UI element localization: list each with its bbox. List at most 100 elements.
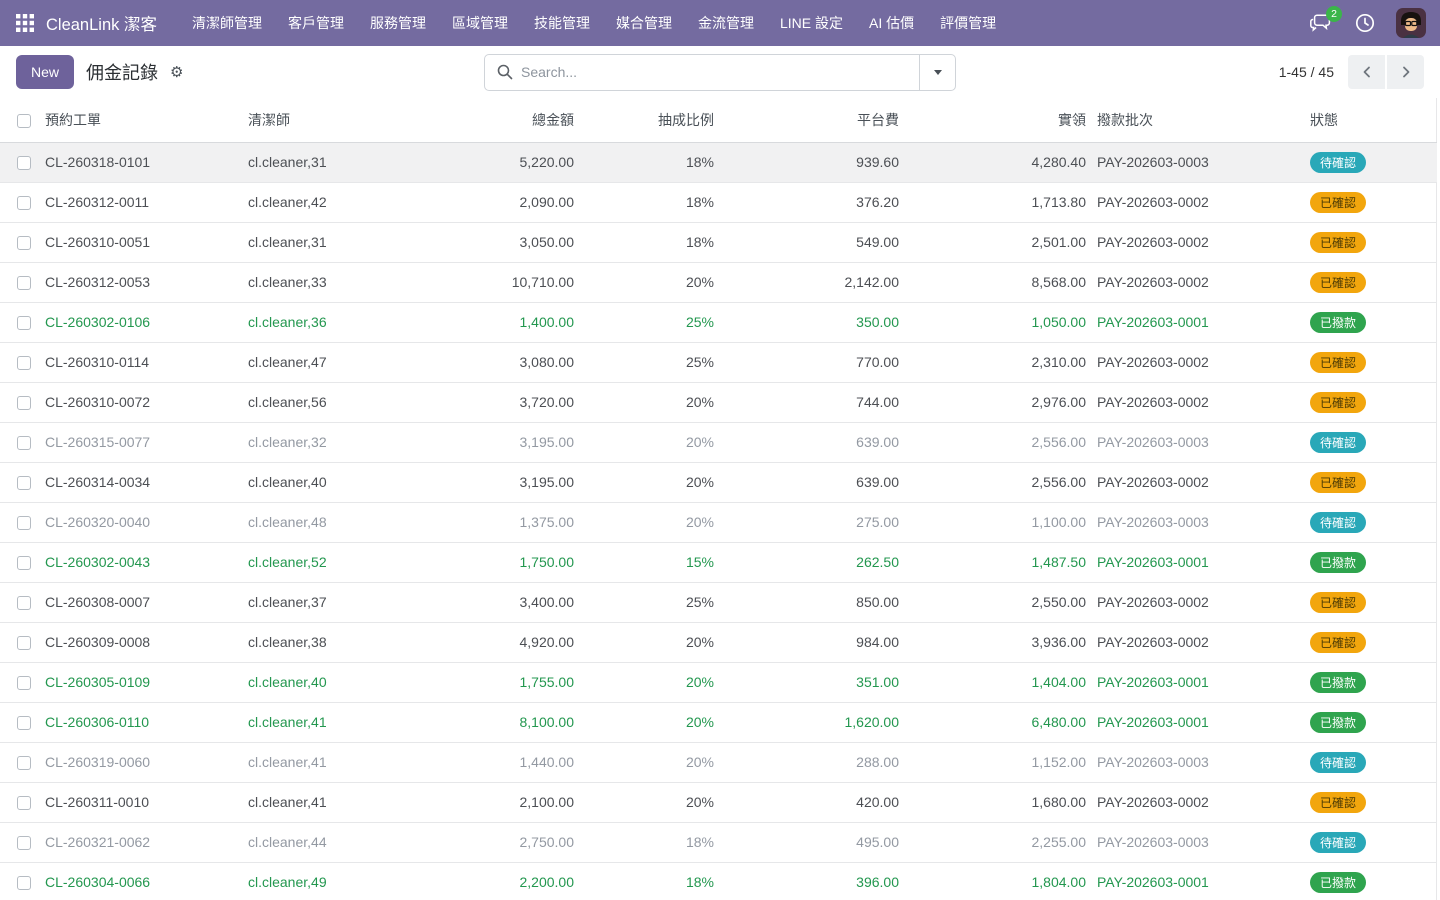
- cleaner-cell[interactable]: cl.cleaner,49: [243, 862, 433, 900]
- rate-cell[interactable]: 18%: [578, 822, 718, 862]
- rate-cell[interactable]: 25%: [578, 582, 718, 622]
- app-brand[interactable]: CleanLink 潔客: [46, 11, 157, 35]
- row-checkbox[interactable]: [17, 476, 31, 490]
- fee-cell[interactable]: 2,142.00: [718, 262, 903, 302]
- row-checkbox[interactable]: [17, 316, 31, 330]
- row-checkbox[interactable]: [17, 556, 31, 570]
- select-all-checkbox[interactable]: [17, 114, 31, 128]
- pager-prev-button[interactable]: [1348, 55, 1385, 89]
- batch-cell[interactable]: PAY-202603-0002: [1090, 222, 1305, 262]
- row-select-cell[interactable]: [0, 302, 40, 342]
- batch-cell[interactable]: PAY-202603-0003: [1090, 502, 1305, 542]
- row-select-cell[interactable]: [0, 742, 40, 782]
- total-cell[interactable]: 3,195.00: [433, 422, 578, 462]
- row-checkbox[interactable]: [17, 356, 31, 370]
- status-cell[interactable]: 已確認: [1305, 342, 1437, 382]
- apps-grid-icon[interactable]: [16, 13, 36, 33]
- rate-cell[interactable]: 20%: [578, 622, 718, 662]
- header-fee[interactable]: 平台費: [718, 98, 903, 142]
- user-avatar[interactable]: [1396, 8, 1426, 38]
- batch-cell[interactable]: PAY-202603-0002: [1090, 582, 1305, 622]
- fee-cell[interactable]: 376.20: [718, 182, 903, 222]
- cleaner-cell[interactable]: cl.cleaner,42: [243, 182, 433, 222]
- table-row[interactable]: CL-260312-0053cl.cleaner,3310,710.0020%2…: [0, 262, 1437, 302]
- row-checkbox[interactable]: [17, 516, 31, 530]
- total-cell[interactable]: 2,100.00: [433, 782, 578, 822]
- order-cell[interactable]: CL-260319-0060: [40, 742, 243, 782]
- order-cell[interactable]: CL-260302-0106: [40, 302, 243, 342]
- row-select-cell[interactable]: [0, 622, 40, 662]
- status-cell[interactable]: 待確認: [1305, 142, 1437, 182]
- fee-cell[interactable]: 850.00: [718, 582, 903, 622]
- fee-cell[interactable]: 396.00: [718, 862, 903, 900]
- batch-cell[interactable]: PAY-202603-0003: [1090, 422, 1305, 462]
- header-status[interactable]: 狀態: [1305, 98, 1437, 142]
- gear-icon[interactable]: ⚙: [170, 65, 183, 80]
- activities-clock-icon[interactable]: [1354, 12, 1376, 34]
- cleaner-cell[interactable]: cl.cleaner,32: [243, 422, 433, 462]
- row-checkbox[interactable]: [17, 716, 31, 730]
- status-cell[interactable]: 已撥款: [1305, 702, 1437, 742]
- batch-cell[interactable]: PAY-202603-0001: [1090, 542, 1305, 582]
- row-select-cell[interactable]: [0, 142, 40, 182]
- table-row[interactable]: CL-260312-0011cl.cleaner,422,090.0018%37…: [0, 182, 1437, 222]
- nav-menu-item-0[interactable]: 清潔師管理: [179, 0, 275, 46]
- row-checkbox[interactable]: [17, 276, 31, 290]
- status-cell[interactable]: 已確認: [1305, 222, 1437, 262]
- row-checkbox[interactable]: [17, 636, 31, 650]
- header-batch[interactable]: 撥款批次: [1090, 98, 1305, 142]
- net-cell[interactable]: 2,556.00: [903, 422, 1090, 462]
- status-cell[interactable]: 已撥款: [1305, 302, 1437, 342]
- nav-menu-item-2[interactable]: 服務管理: [357, 0, 439, 46]
- status-cell[interactable]: 已確認: [1305, 382, 1437, 422]
- header-total[interactable]: 總金額: [433, 98, 578, 142]
- rate-cell[interactable]: 25%: [578, 342, 718, 382]
- total-cell[interactable]: 3,050.00: [433, 222, 578, 262]
- row-select-cell[interactable]: [0, 782, 40, 822]
- total-cell[interactable]: 10,710.00: [433, 262, 578, 302]
- status-cell[interactable]: 已確認: [1305, 782, 1437, 822]
- table-row[interactable]: CL-260315-0077cl.cleaner,323,195.0020%63…: [0, 422, 1437, 462]
- net-cell[interactable]: 1,152.00: [903, 742, 1090, 782]
- batch-cell[interactable]: PAY-202603-0003: [1090, 142, 1305, 182]
- cleaner-cell[interactable]: cl.cleaner,37: [243, 582, 433, 622]
- nav-menu-item-6[interactable]: 金流管理: [685, 0, 767, 46]
- order-cell[interactable]: CL-260312-0011: [40, 182, 243, 222]
- order-cell[interactable]: CL-260321-0062: [40, 822, 243, 862]
- row-select-cell[interactable]: [0, 502, 40, 542]
- fee-cell[interactable]: 984.00: [718, 622, 903, 662]
- cleaner-cell[interactable]: cl.cleaner,31: [243, 222, 433, 262]
- order-cell[interactable]: CL-260310-0114: [40, 342, 243, 382]
- table-row[interactable]: CL-260310-0051cl.cleaner,313,050.0018%54…: [0, 222, 1437, 262]
- table-row[interactable]: CL-260309-0008cl.cleaner,384,920.0020%98…: [0, 622, 1437, 662]
- fee-cell[interactable]: 275.00: [718, 502, 903, 542]
- row-select-cell[interactable]: [0, 542, 40, 582]
- batch-cell[interactable]: PAY-202603-0001: [1090, 662, 1305, 702]
- new-button[interactable]: New: [16, 55, 74, 89]
- order-cell[interactable]: CL-260304-0066: [40, 862, 243, 900]
- batch-cell[interactable]: PAY-202603-0002: [1090, 782, 1305, 822]
- fee-cell[interactable]: 420.00: [718, 782, 903, 822]
- batch-cell[interactable]: PAY-202603-0002: [1090, 622, 1305, 662]
- status-cell[interactable]: 已撥款: [1305, 662, 1437, 702]
- table-row[interactable]: CL-260321-0062cl.cleaner,442,750.0018%49…: [0, 822, 1437, 862]
- cleaner-cell[interactable]: cl.cleaner,48: [243, 502, 433, 542]
- status-cell[interactable]: 已撥款: [1305, 862, 1437, 900]
- row-select-cell[interactable]: [0, 702, 40, 742]
- total-cell[interactable]: 1,375.00: [433, 502, 578, 542]
- cleaner-cell[interactable]: cl.cleaner,36: [243, 302, 433, 342]
- net-cell[interactable]: 2,550.00: [903, 582, 1090, 622]
- total-cell[interactable]: 1,400.00: [433, 302, 578, 342]
- net-cell[interactable]: 1,804.00: [903, 862, 1090, 900]
- total-cell[interactable]: 3,720.00: [433, 382, 578, 422]
- total-cell[interactable]: 1,440.00: [433, 742, 578, 782]
- net-cell[interactable]: 1,680.00: [903, 782, 1090, 822]
- row-select-cell[interactable]: [0, 582, 40, 622]
- net-cell[interactable]: 2,255.00: [903, 822, 1090, 862]
- cleaner-cell[interactable]: cl.cleaner,31: [243, 142, 433, 182]
- select-all-cell[interactable]: [0, 98, 40, 142]
- row-checkbox[interactable]: [17, 396, 31, 410]
- table-row[interactable]: CL-260302-0043cl.cleaner,521,750.0015%26…: [0, 542, 1437, 582]
- search-dropdown-toggle[interactable]: [919, 55, 955, 90]
- order-cell[interactable]: CL-260305-0109: [40, 662, 243, 702]
